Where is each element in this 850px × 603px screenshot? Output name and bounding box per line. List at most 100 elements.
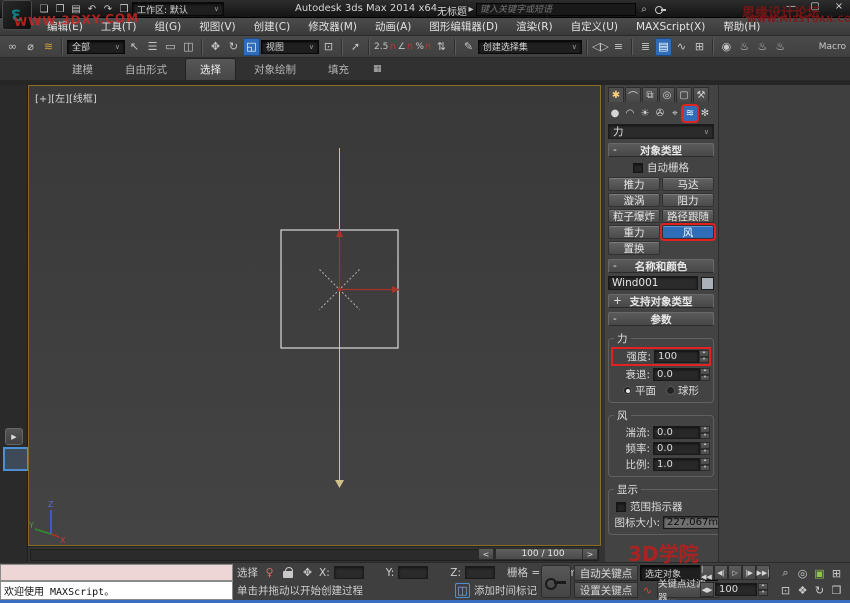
workspace-dropdown[interactable]: 工作区: 默认 ∨ xyxy=(132,2,224,16)
schematic-view-icon[interactable]: ⊞ xyxy=(691,38,708,56)
category-shapes-icon[interactable]: ◠ xyxy=(623,106,637,121)
snap-toggle-icon[interactable]: 2.5∩ xyxy=(374,38,396,56)
spin-down-icon[interactable]: ▾ xyxy=(700,375,710,382)
category-systems-icon[interactable]: ✻ xyxy=(698,106,712,121)
selection-lock-pin-icon[interactable]: ♀ xyxy=(262,565,277,580)
menu-views[interactable]: 视图(V) xyxy=(190,18,244,36)
spinner-snap-icon[interactable]: ⇅ xyxy=(433,38,450,56)
maxscript-mini-listener-output[interactable]: 欢迎使用 MAXScript。 xyxy=(0,581,233,600)
key-mode-toggle[interactable]: ◀▶ xyxy=(700,582,714,597)
select-and-rotate-icon[interactable]: ↻ xyxy=(225,38,242,56)
tab-utilities[interactable]: ⚒ xyxy=(693,87,709,102)
menu-graph-editors[interactable]: 图形编辑器(D) xyxy=(420,18,507,36)
y-coordinate-field[interactable] xyxy=(398,566,428,579)
close-button[interactable]: × xyxy=(832,1,846,12)
scale-field[interactable]: 1.0 xyxy=(653,458,700,471)
wind-button[interactable]: 风 xyxy=(662,225,714,239)
rollout-supports-object-type[interactable]: + 支持对象类型 xyxy=(608,294,714,308)
range-indicator-checkbox[interactable] xyxy=(616,502,626,512)
transform-gizmo-icon[interactable]: ✥ xyxy=(300,565,315,580)
previous-frame-arrow[interactable]: < xyxy=(478,548,494,560)
menu-group[interactable]: 组(G) xyxy=(145,18,190,36)
zoom-extents-all-icon[interactable]: ⊞ xyxy=(828,565,845,581)
viewport-label[interactable]: [+][左][线框] xyxy=(35,90,97,105)
app-menu-button[interactable]: 3 xyxy=(2,0,32,30)
select-by-name-icon[interactable]: ☰ xyxy=(144,38,161,56)
pan-icon[interactable]: ❖ xyxy=(794,582,811,598)
category-cameras-icon[interactable]: ✇ xyxy=(653,106,667,121)
menu-animation[interactable]: 动画(A) xyxy=(366,18,420,36)
menu-edit[interactable]: 编辑(E) xyxy=(38,18,92,36)
next-frame-arrow[interactable]: > xyxy=(582,548,598,560)
pbomb-button[interactable]: 粒子爆炸 xyxy=(608,209,660,223)
spherical-radio[interactable] xyxy=(666,386,675,395)
set-key-button[interactable]: 设置关键点 xyxy=(574,582,638,598)
gravity-button[interactable]: 重力 xyxy=(608,225,660,239)
menu-help[interactable]: 帮助(H) xyxy=(714,18,769,36)
spin-down-icon[interactable]: ▾ xyxy=(758,590,768,597)
reference-coordinate-dropdown[interactable]: 视图 ∨ xyxy=(261,40,319,54)
ribbon-tab-selection[interactable]: 选择 xyxy=(185,58,236,80)
percent-snap-icon[interactable]: %∩ xyxy=(415,38,432,56)
displace-button[interactable]: 置换 xyxy=(608,241,660,255)
selection-filter-dropdown[interactable]: 全部 ∨ xyxy=(67,40,125,54)
vortex-button[interactable]: 漩涡 xyxy=(608,193,660,207)
window-crossing-icon[interactable]: ◫ xyxy=(180,38,197,56)
auto-key-button[interactable]: 自动关键点 xyxy=(574,565,638,581)
zoom-icon[interactable]: ⌕ xyxy=(777,565,794,581)
frame-spinner[interactable]: ▴▾ xyxy=(758,583,768,596)
ribbon-tab-freeform[interactable]: 自由形式 xyxy=(111,59,181,80)
go-to-end-button[interactable]: ▶▶| xyxy=(756,565,770,580)
push-button[interactable]: 推力 xyxy=(608,177,660,191)
planar-radio[interactable] xyxy=(623,386,632,395)
mirror-icon[interactable]: ◁▷ xyxy=(592,38,609,56)
tab-motion[interactable]: ◎ xyxy=(659,87,675,102)
material-editor-icon[interactable]: ◉ xyxy=(718,38,735,56)
spin-down-icon[interactable]: ▾ xyxy=(700,433,710,440)
project-folder-icon[interactable]: ❒ xyxy=(116,2,132,17)
object-color-swatch[interactable] xyxy=(701,277,714,290)
maximize-button[interactable]: ▢ xyxy=(808,1,822,12)
menu-create[interactable]: 创建(C) xyxy=(245,18,300,36)
icon-size-field[interactable]: 227.067m xyxy=(663,516,722,529)
unlink-selection-icon[interactable]: ⌀ xyxy=(22,38,39,56)
set-key-big-button[interactable] xyxy=(541,565,571,598)
turbulence-spinner[interactable]: ▴▾ xyxy=(700,426,710,439)
menu-modifiers[interactable]: 修改器(M) xyxy=(299,18,366,36)
sign-in-key-icon[interactable] xyxy=(652,2,668,17)
strength-spinner[interactable]: ▴▾ xyxy=(699,350,709,363)
viewport-left-wireframe[interactable]: [+][左][线框] Z Y X xyxy=(28,85,601,546)
drag-button[interactable]: 阻力 xyxy=(662,193,714,207)
tab-hierarchy[interactable]: ⧉ xyxy=(642,87,658,102)
frequency-spinner[interactable]: ▴▾ xyxy=(700,442,710,455)
rectangular-selection-region-icon[interactable]: ▭ xyxy=(162,38,179,56)
spin-down-icon[interactable]: ▾ xyxy=(700,465,710,472)
edit-named-selection-sets-icon[interactable]: ✎ xyxy=(460,38,477,56)
ribbon-tab-modeling[interactable]: 建模 xyxy=(58,59,107,80)
menu-customize[interactable]: 自定义(U) xyxy=(562,18,627,36)
minimize-button[interactable]: — xyxy=(784,1,798,12)
bind-to-space-warp-icon[interactable]: ≋ xyxy=(40,38,57,56)
redo-icon[interactable]: ↷ xyxy=(100,2,116,17)
spin-down-icon[interactable]: ▾ xyxy=(700,449,710,456)
isolate-selection-icon[interactable]: ◫ xyxy=(455,583,470,598)
turbulence-field[interactable]: 0.0 xyxy=(653,426,700,439)
category-space-warps-icon[interactable]: ≋ xyxy=(683,106,697,121)
maximize-viewport-icon[interactable]: ❒ xyxy=(828,582,845,598)
use-pivot-center-icon[interactable]: ⊡ xyxy=(320,38,337,56)
z-coordinate-field[interactable] xyxy=(465,566,495,579)
menu-rendering[interactable]: 渲染(R) xyxy=(507,18,562,36)
named-selection-sets-dropdown[interactable]: 创建选择集 ∨ xyxy=(478,40,582,54)
zoom-all-icon[interactable]: ◎ xyxy=(794,565,811,581)
rendered-frame-window-icon[interactable]: ♨ xyxy=(754,38,771,56)
go-to-start-button[interactable]: |◀◀ xyxy=(700,565,714,580)
time-slider-thumb[interactable]: 100 / 100 xyxy=(495,548,591,560)
ribbon-tab-object-paint[interactable]: 对象绘制 xyxy=(240,59,310,80)
autogrid-checkbox[interactable] xyxy=(633,163,643,173)
select-and-manipulate-icon[interactable]: ➚ xyxy=(347,38,364,56)
spherical-option[interactable]: 球形 xyxy=(666,383,699,398)
category-geometry-icon[interactable]: ● xyxy=(608,106,622,121)
rollout-name-color[interactable]: - 名称和颜色 xyxy=(608,259,714,273)
menu-tools[interactable]: 工具(T) xyxy=(92,18,146,36)
rollout-parameters[interactable]: - 参数 xyxy=(608,312,714,326)
